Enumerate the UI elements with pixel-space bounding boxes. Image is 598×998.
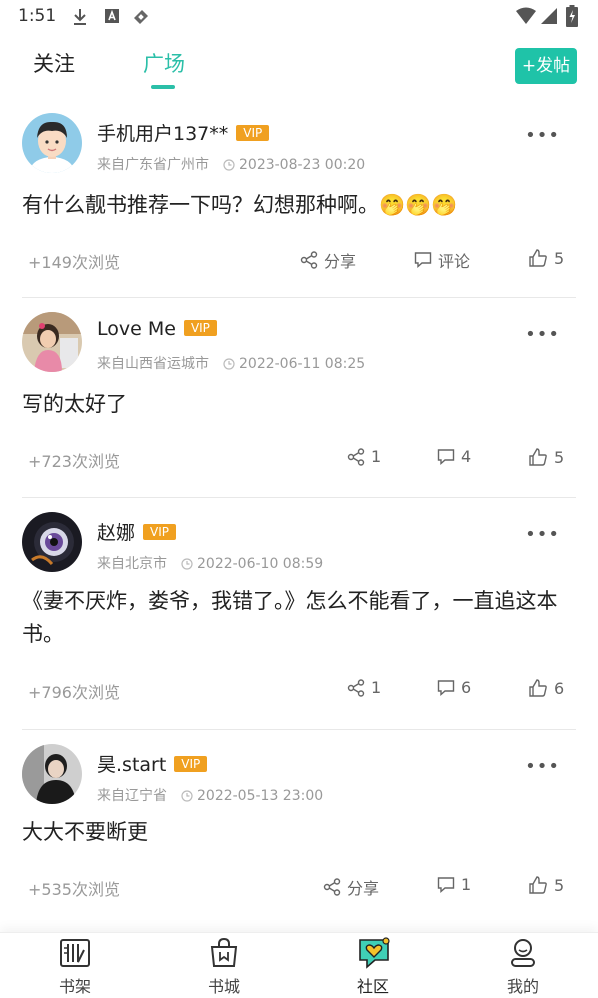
view-count: +149次浏览 [28,253,120,272]
comment-icon [437,679,455,696]
clock-icon [181,790,193,806]
a-box-icon [104,8,120,28]
comment-button[interactable]: 6 [437,678,471,697]
nav-item-bookstore[interactable]: 书城 [174,933,274,998]
post-content[interactable]: 大大不要断更 [22,816,578,849]
avatar[interactable] [22,512,82,572]
vip-badge: VIP [174,756,208,772]
battery-icon [566,5,578,31]
clock-icon [223,358,235,374]
emoji: 🤭🤭🤭 [379,193,458,217]
active-tab-indicator [151,85,175,89]
view-count: +535次浏览 [28,880,120,899]
clock-icon [181,558,193,574]
status-time: 1:51 [18,6,57,26]
vip-badge: VIP [183,320,217,336]
clock-icon [223,159,235,175]
more-options-icon[interactable]: ••• [525,756,560,777]
post-meta: 来自山西省运城市 2022-06-11 08:25 [97,356,366,374]
post-content[interactable]: 写的太好了 [22,388,578,421]
nav-label-bookshelf: 书架 [58,977,91,996]
post-content[interactable]: 《妻不厌炸，娄爷，我错了。》怎么不能看了，一直追这本书。 [22,585,578,651]
bottom-navigation: 书架 书城 社区 我的 [0,932,598,998]
status-bar: 1:51 [0,0,598,34]
share-icon [300,251,318,269]
avatar[interactable] [22,113,82,173]
tag-icon [132,8,150,30]
post-meta: 来自辽宁省 2022-05-13 23:00 [97,788,324,806]
vip-badge: VIP [143,524,176,540]
bookstore-bag-icon [210,937,238,967]
divider [22,729,576,730]
nav-item-profile[interactable]: 我的 [473,933,573,998]
like-button[interactable]: 5 [528,248,564,268]
profile-icon [511,939,535,967]
share-button[interactable]: 1 [347,447,381,466]
more-options-icon[interactable]: ••• [525,125,560,146]
avatar[interactable] [22,312,82,372]
thumbs-up-icon [529,679,547,697]
comment-button[interactable]: 1 [437,875,471,894]
comment-button[interactable]: 4 [437,447,471,466]
like-button[interactable]: 5 [528,447,564,467]
post-content[interactable]: 有什么靓书推荐一下吗？幻想那种啊。🤭🤭🤭 [22,189,578,222]
thumbs-up-icon [529,249,547,267]
like-button[interactable]: 5 [528,875,564,895]
nav-item-community[interactable]: 社区 [323,933,423,998]
header: 关注 广场 +发帖 [0,34,598,96]
share-button[interactable]: 1 [347,678,381,697]
post-meta: 来自北京市 2022-06-10 08:59 [97,556,324,574]
vip-badge: VIP [236,125,270,141]
comment-icon [437,876,455,893]
view-count: +796次浏览 [28,683,120,702]
new-post-button[interactable]: +发帖 [515,48,577,84]
share-button[interactable]: 分享 [300,248,356,272]
comment-icon [414,252,432,269]
username[interactable]: Love Me VIP [97,318,217,340]
view-count: +723次浏览 [28,452,120,471]
thumbs-up-icon [529,448,547,466]
nav-label-profile: 我的 [506,977,539,996]
username[interactable]: 昊.start VIP [97,750,208,777]
nav-label-community: 社区 [356,977,389,996]
share-icon [347,678,365,697]
bookshelf-icon [60,939,90,967]
like-button[interactable]: 6 [528,678,564,698]
comment-button[interactable]: 评论 [414,248,470,272]
more-options-icon[interactable]: ••• [525,324,560,345]
wifi-icon [516,7,536,29]
username[interactable]: 赵娜 VIP [97,518,176,545]
share-icon [347,447,365,466]
share-icon [323,878,341,896]
nav-label-bookstore: 书城 [207,977,240,996]
tab-square[interactable]: 广场 [143,48,185,78]
nav-item-bookshelf[interactable]: 书架 [25,933,125,998]
signal-icon [540,7,558,29]
avatar[interactable] [22,744,82,804]
community-heart-icon [359,937,390,969]
username[interactable]: 手机用户137** VIP [97,119,270,146]
share-button[interactable]: 分享 [323,875,379,899]
post-meta: 来自广东省广州市 2023-08-23 00:20 [97,157,366,175]
divider [22,297,576,298]
download-icon [72,8,88,30]
tab-follow[interactable]: 关注 [33,48,75,78]
more-options-icon[interactable]: ••• [525,524,560,545]
comment-icon [437,448,455,465]
thumbs-up-icon [529,876,547,894]
divider [22,497,576,498]
